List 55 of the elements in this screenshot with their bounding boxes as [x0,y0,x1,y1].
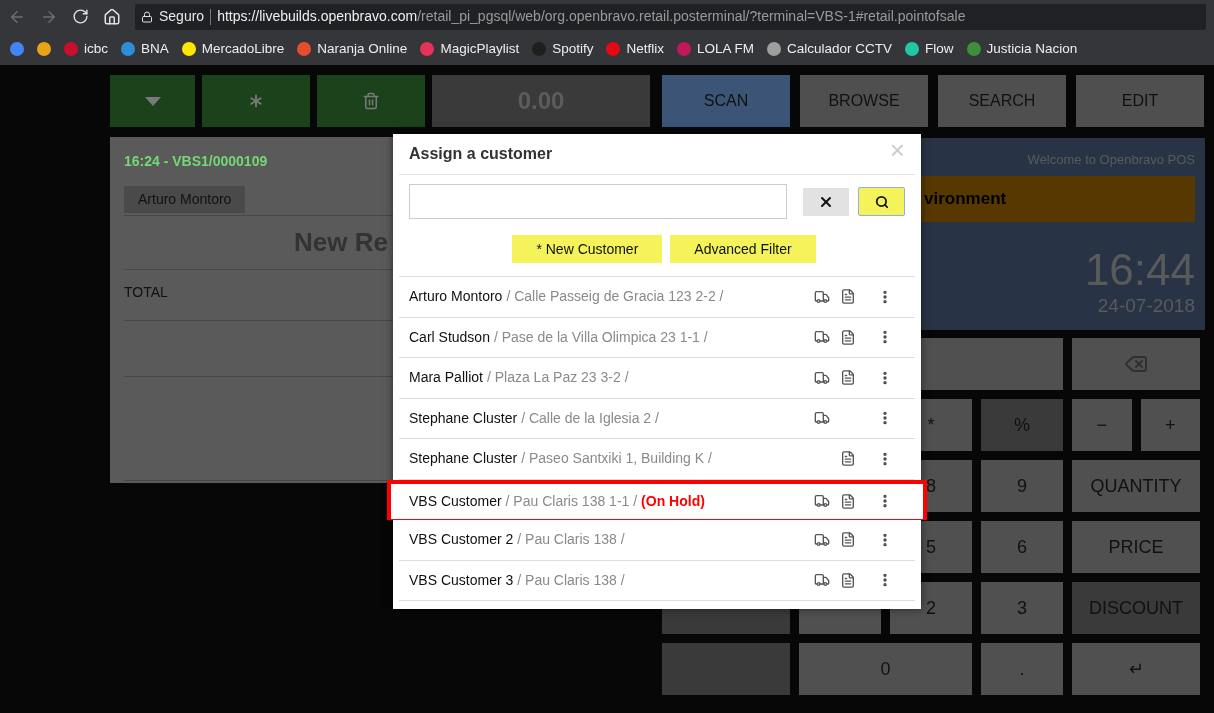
clear-button[interactable] [803,187,849,216]
customer-address: / Calle de la Iglesia 2 / [521,408,659,428]
customer-address: / Pau Claris 138 / [517,530,625,550]
customer-row[interactable]: Stephane Cluster / Paseo Santxiki 1, Building K / [399,439,915,480]
trash-icon [362,92,380,110]
url-host: https://livebuilds.openbravo.com [217,7,418,26]
bookmark-link[interactable]: MagicPlaylist [440,38,520,60]
caret-icon [144,96,161,106]
customer-address: / Plaza La Paz 23 3-2 / [486,368,629,388]
customer-row[interactable]: Stephane Cluster / Calle de la Iglesia 2 / [399,398,915,439]
customer-address: / Pase de la Villa Olimpica 23 1-1 / [493,327,708,347]
customer-address: / Pau Claris 138 1-1 / [505,491,638,511]
customer-row[interactable]: Mara Palliot / Plaza La Paz 23 3-2 / [399,358,915,399]
reload-icon[interactable] [72,8,89,25]
dialog-title: Assign a customer [409,144,553,164]
bookmark-link[interactable]: Flow [925,38,954,60]
bookmark-link[interactable]: MercadoLibre [201,38,285,60]
bookmark-link[interactable]: Calculador CCTV [787,38,893,60]
search-field[interactable] [409,184,787,219]
status-text: (On Hold) [641,491,705,511]
customer-name: Carl Studson [409,327,490,347]
customer-row[interactable]: VBS Customer / Pau Claris 138 1-1 / (On Hold) [387,479,927,520]
customer-name: VBS Customer [409,491,502,511]
dialog-action-button[interactable]: Advanced Filter [670,235,816,263]
bookmark-link[interactable]: Naranja Online [317,38,408,60]
bookmark-link[interactable]: Netflix [626,38,664,60]
address-bar[interactable]: Seguro https://livebuilds.openbravo.com/retail_pi_pgsql/web/org.openbravo.retail.posterminal/?terminal=VBS-1#retail.pointofsale [135,3,1206,30]
bookmark-link[interactable]: LOLA FM [696,38,754,60]
customer-address: / Pau Claris 138 / [517,570,625,590]
customer-row[interactable]: Carl Studson / Pase de la Villa Olimpica 23 1-1 / [399,317,915,358]
customer-name: Mara Palliot [409,368,483,388]
total-label: TOTAL [124,284,168,300]
customer-row[interactable]: VBS Customer 3 / Pau Claris 138 / [399,560,915,601]
bookmark-link[interactable]: Justicia Nacion [986,38,1078,60]
bookmark-link[interactable]: Spotify [552,38,594,60]
customer-name: Arturo Montoro [409,287,503,307]
banner-text: vironment [924,187,1007,210]
receipt-header: 16:24 - VBS1/0000109 [124,152,268,171]
search-button[interactable] [858,187,905,216]
bookmark-link[interactable]: icbc [84,38,108,60]
customer-address: / Paseo Santxiki 1, Building K / [521,449,712,469]
customer-name: VBS Customer 2 [409,530,514,550]
home-icon[interactable] [103,7,121,26]
search-icon [874,194,889,209]
bookmark-link[interactable]: BNA [141,38,169,60]
customer-address: / Calle Passeig de Gracia 123 2-2 / [506,287,724,307]
customer-row[interactable]: VBS Customer 2 / Pau Claris 138 / [399,520,915,561]
security-label: Seguro [159,7,205,26]
customer-name: VBS Customer 3 [409,570,514,590]
customer-name: Stephane Cluster [409,449,518,469]
dialog-action-button[interactable]: * New Customer [512,235,663,263]
customer-name: Stephane Cluster [409,408,518,428]
lock-icon [141,10,153,23]
url-path: /retail_pi_pgsql/web/org.openbravo.retail.posterminal/?terminal=VBS-1#retail.pointofsale [417,7,966,26]
customer-row[interactable]: Arturo Montoro / Calle Passeig de Gracia 123 2-2 / [399,277,915,318]
